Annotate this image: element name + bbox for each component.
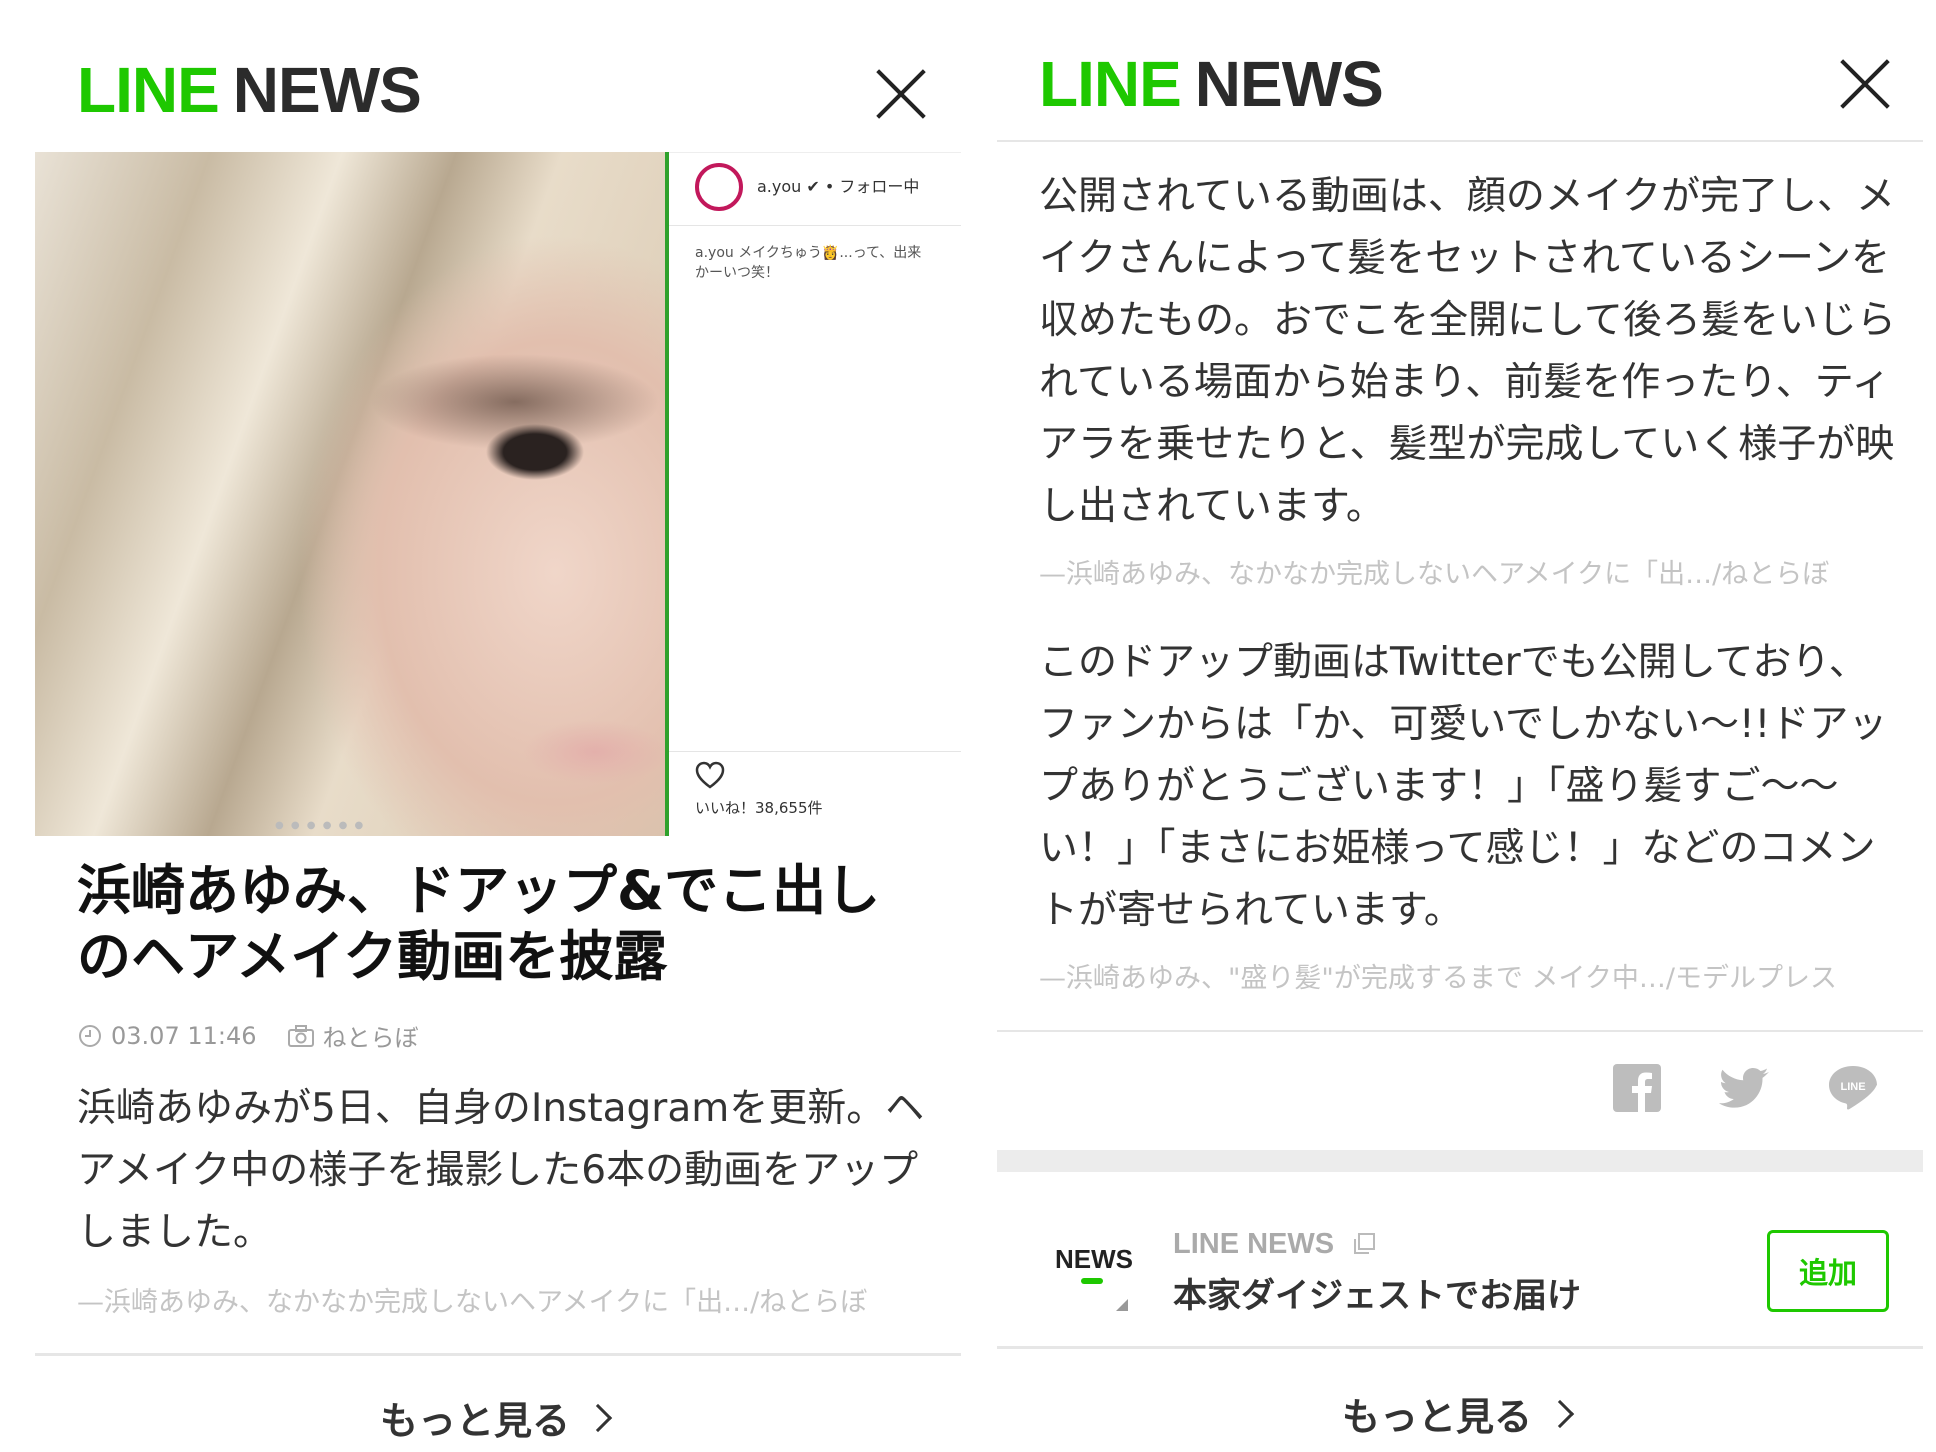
corner-icon xyxy=(1116,1299,1128,1311)
more-label: もっと見る xyxy=(380,1399,571,1443)
logo-line-text: LINE xyxy=(1039,48,1182,120)
divider xyxy=(35,1353,961,1356)
source-link[interactable]: —浜崎あゆみ、なかなか完成しないヘアメイクに「出…/ねとらぼ xyxy=(77,1280,937,1319)
logo-line-text: LINE xyxy=(77,54,220,126)
article-paragraph-1: 公開されている動画は、顔のメイクが完了し、メイクさんによって髪をセットされている… xyxy=(1039,174,1896,529)
divider xyxy=(997,1030,1923,1032)
external-link-icon xyxy=(1354,1233,1376,1254)
promo-title: LINE NEWS xyxy=(1173,1228,1376,1261)
right-article-panel: LINE NEWS 公開されている動画は、顔のメイクが完了し、メイクさんによって髪… xyxy=(997,0,1923,1452)
twitter-icon[interactable] xyxy=(1717,1060,1773,1116)
close-icon[interactable] xyxy=(875,68,927,120)
facebook-icon[interactable] xyxy=(1609,1060,1665,1116)
avatar xyxy=(695,163,743,211)
publisher-name[interactable]: ねとらぼ xyxy=(323,1018,419,1053)
news-badge: NEWS xyxy=(1055,1244,1133,1274)
source-link-1[interactable]: —浜崎あゆみ、なかなか完成しないヘアメイクに「出…/ねとらぼ xyxy=(1039,552,1899,591)
promo-title-text: LINE NEWS xyxy=(1173,1228,1335,1260)
instagram-embed: a.you ✔ • フォロー中 a.you メイクちゅう👸...って、出来 かー… xyxy=(669,152,961,836)
svg-text:LINE: LINE xyxy=(1840,1081,1865,1093)
section-band xyxy=(997,1150,1923,1172)
news-badge-bar xyxy=(1081,1278,1103,1284)
face-photo xyxy=(35,152,665,836)
close-icon[interactable] xyxy=(1839,58,1891,110)
line-news-logo: LINE NEWS xyxy=(1039,52,1384,116)
article-paragraph-2: このドアップ動画はTwitterでも公開しており、ファンからは「か、可愛いでしか… xyxy=(1039,640,1888,933)
divider xyxy=(669,225,961,226)
article-headline: 浜崎あゆみ、ドアップ&でこ出しのヘアメイク動画を披露 xyxy=(77,859,881,988)
more-label: もっと見る xyxy=(1342,1395,1533,1439)
chevron-right-icon xyxy=(1545,1399,1575,1429)
insta-likes: いいね！38,655件 xyxy=(695,799,823,817)
line-news-logo: LINE NEWS xyxy=(77,58,422,122)
divider xyxy=(997,140,1923,142)
logo-news-text: NEWS xyxy=(1194,48,1384,120)
more-button[interactable]: もっと見る xyxy=(1342,1386,1575,1441)
logo-news-text: NEWS xyxy=(232,54,422,126)
carousel-dots: ● ● ● ● ● ● xyxy=(275,820,366,831)
article-meta: 03.07 11:46 ねとらぼ xyxy=(77,1018,419,1053)
publish-time: 03.07 11:46 xyxy=(111,1021,257,1050)
insta-username: a.you ✔ • フォロー中 xyxy=(757,177,920,196)
insta-caption: a.you メイクちゅう👸...って、出来 かーいつ笑！ xyxy=(695,245,922,281)
left-article-panel: LINE NEWS a.you ✔ • フォロー中 a.you メイクちゅう👸..… xyxy=(35,0,961,1452)
divider xyxy=(997,1346,1923,1349)
promo-subtitle: 本家ダイジェストでお届け xyxy=(1173,1276,1581,1316)
more-button[interactable]: もっと見る xyxy=(380,1390,613,1445)
camera-icon xyxy=(287,1024,314,1047)
clock-icon xyxy=(79,1024,101,1047)
add-button[interactable]: 追加 xyxy=(1767,1230,1889,1312)
hero-image[interactable]: a.you ✔ • フォロー中 a.you メイクちゅう👸...って、出来 かー… xyxy=(35,152,961,836)
line-share-icon[interactable]: LINE xyxy=(1825,1060,1881,1116)
divider xyxy=(669,751,961,752)
chevron-right-icon xyxy=(583,1403,613,1433)
heart-icon xyxy=(695,761,725,789)
source-link-2[interactable]: —浜崎あゆみ、"盛り髪"が完成するまで メイク中…/モデルプレス xyxy=(1039,956,1899,995)
article-body: 浜崎あゆみが5日、自身のInstagramを更新。ヘアメイク中の様子を撮影した6… xyxy=(77,1086,925,1255)
